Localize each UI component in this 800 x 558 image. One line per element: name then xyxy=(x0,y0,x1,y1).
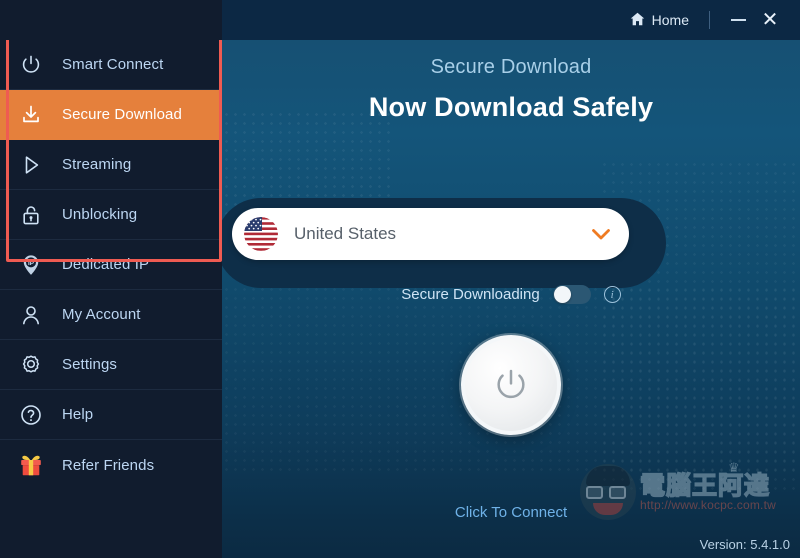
power-icon xyxy=(18,52,44,78)
sidebar-item-label: Refer Friends xyxy=(62,456,155,474)
sidebar-item-my-account[interactable]: My Account xyxy=(0,290,222,340)
vpn-app-window: Home ✕ Smart Connect Secure Download Str… xyxy=(0,0,800,558)
ip-pin-icon: IP xyxy=(18,252,44,278)
crown-icon: ♛ xyxy=(728,460,740,475)
home-button[interactable]: Home xyxy=(622,8,697,33)
svg-text:IP: IP xyxy=(28,260,35,267)
home-icon xyxy=(630,12,645,29)
user-icon xyxy=(18,302,44,328)
power-icon xyxy=(497,369,525,399)
secure-downloading-toggle[interactable] xyxy=(552,285,591,304)
gift-icon xyxy=(18,452,44,478)
mascot-glasses-right xyxy=(609,486,626,499)
sidebar-item-dedicated-ip[interactable]: IP Dedicated IP xyxy=(0,240,222,290)
sidebar-item-label: Dedicated IP xyxy=(62,256,150,273)
us-flag-icon xyxy=(244,217,278,251)
mascot-hair xyxy=(586,466,630,486)
question-icon xyxy=(18,402,44,428)
close-button[interactable]: ✕ xyxy=(754,7,786,33)
sidebar-item-refer-friends[interactable]: Refer Friends xyxy=(0,440,222,490)
page-subtitle: Secure Download xyxy=(430,56,592,78)
sidebar-item-label: Settings xyxy=(62,356,117,373)
play-icon xyxy=(18,152,44,178)
close-icon: ✕ xyxy=(761,9,779,31)
main-content-panel: Secure Download Now Download Safely Unit… xyxy=(222,40,800,558)
title-bar: Home ✕ xyxy=(0,0,800,40)
sidebar-item-help[interactable]: Help xyxy=(0,390,222,440)
sidebar-item-smart-connect[interactable]: Smart Connect xyxy=(0,40,222,90)
sidebar-item-label: Unblocking xyxy=(62,206,138,223)
mascot-glasses-left xyxy=(586,486,603,499)
sidebar-nav: Smart Connect Secure Download Streaming xyxy=(0,40,222,558)
chevron-down-icon[interactable] xyxy=(591,223,611,245)
sidebar-item-label: Help xyxy=(62,406,94,423)
sidebar-item-secure-download[interactable]: Secure Download xyxy=(0,90,222,140)
connect-power-button[interactable] xyxy=(461,335,561,435)
sidebar-item-label: Smart Connect xyxy=(62,56,164,73)
sidebar-item-unblocking[interactable]: Unblocking xyxy=(0,190,222,240)
secure-downloading-label: Secure Downloading xyxy=(401,286,540,303)
window-controls: Home ✕ xyxy=(622,7,786,33)
titlebar-divider xyxy=(709,11,710,29)
minimize-button[interactable] xyxy=(722,7,754,33)
lock-icon xyxy=(18,202,44,228)
power-button-container xyxy=(222,335,800,435)
version-label: Version: 5.4.1.0 xyxy=(699,537,790,552)
download-icon xyxy=(18,102,44,128)
sidebar-item-label: Secure Download xyxy=(62,106,182,123)
selected-country-label: United States xyxy=(294,224,397,243)
country-selector[interactable]: United States xyxy=(232,208,629,260)
info-icon[interactable]: i xyxy=(603,286,621,303)
sidebar-item-label: My Account xyxy=(62,306,141,323)
title-bar-sidebar-fill xyxy=(0,0,222,40)
watermark-site-name: 電腦王阿達 xyxy=(639,470,771,500)
toggle-knob xyxy=(553,286,571,303)
home-label: Home xyxy=(651,12,689,28)
sidebar-item-label: Streaming xyxy=(62,156,132,173)
gear-icon xyxy=(18,352,44,378)
secure-downloading-row: Secure Downloading i xyxy=(222,285,800,304)
site-watermark: ♛ 電腦王阿達 http://www.kocpc.com.tw xyxy=(578,460,796,532)
sidebar-item-streaming[interactable]: Streaming xyxy=(0,140,222,190)
sidebar-item-settings[interactable]: Settings xyxy=(0,340,222,390)
page-title: Now Download Safely xyxy=(368,92,654,122)
click-to-connect-label[interactable]: Click To Connect xyxy=(222,504,800,521)
minimize-icon xyxy=(730,19,746,21)
